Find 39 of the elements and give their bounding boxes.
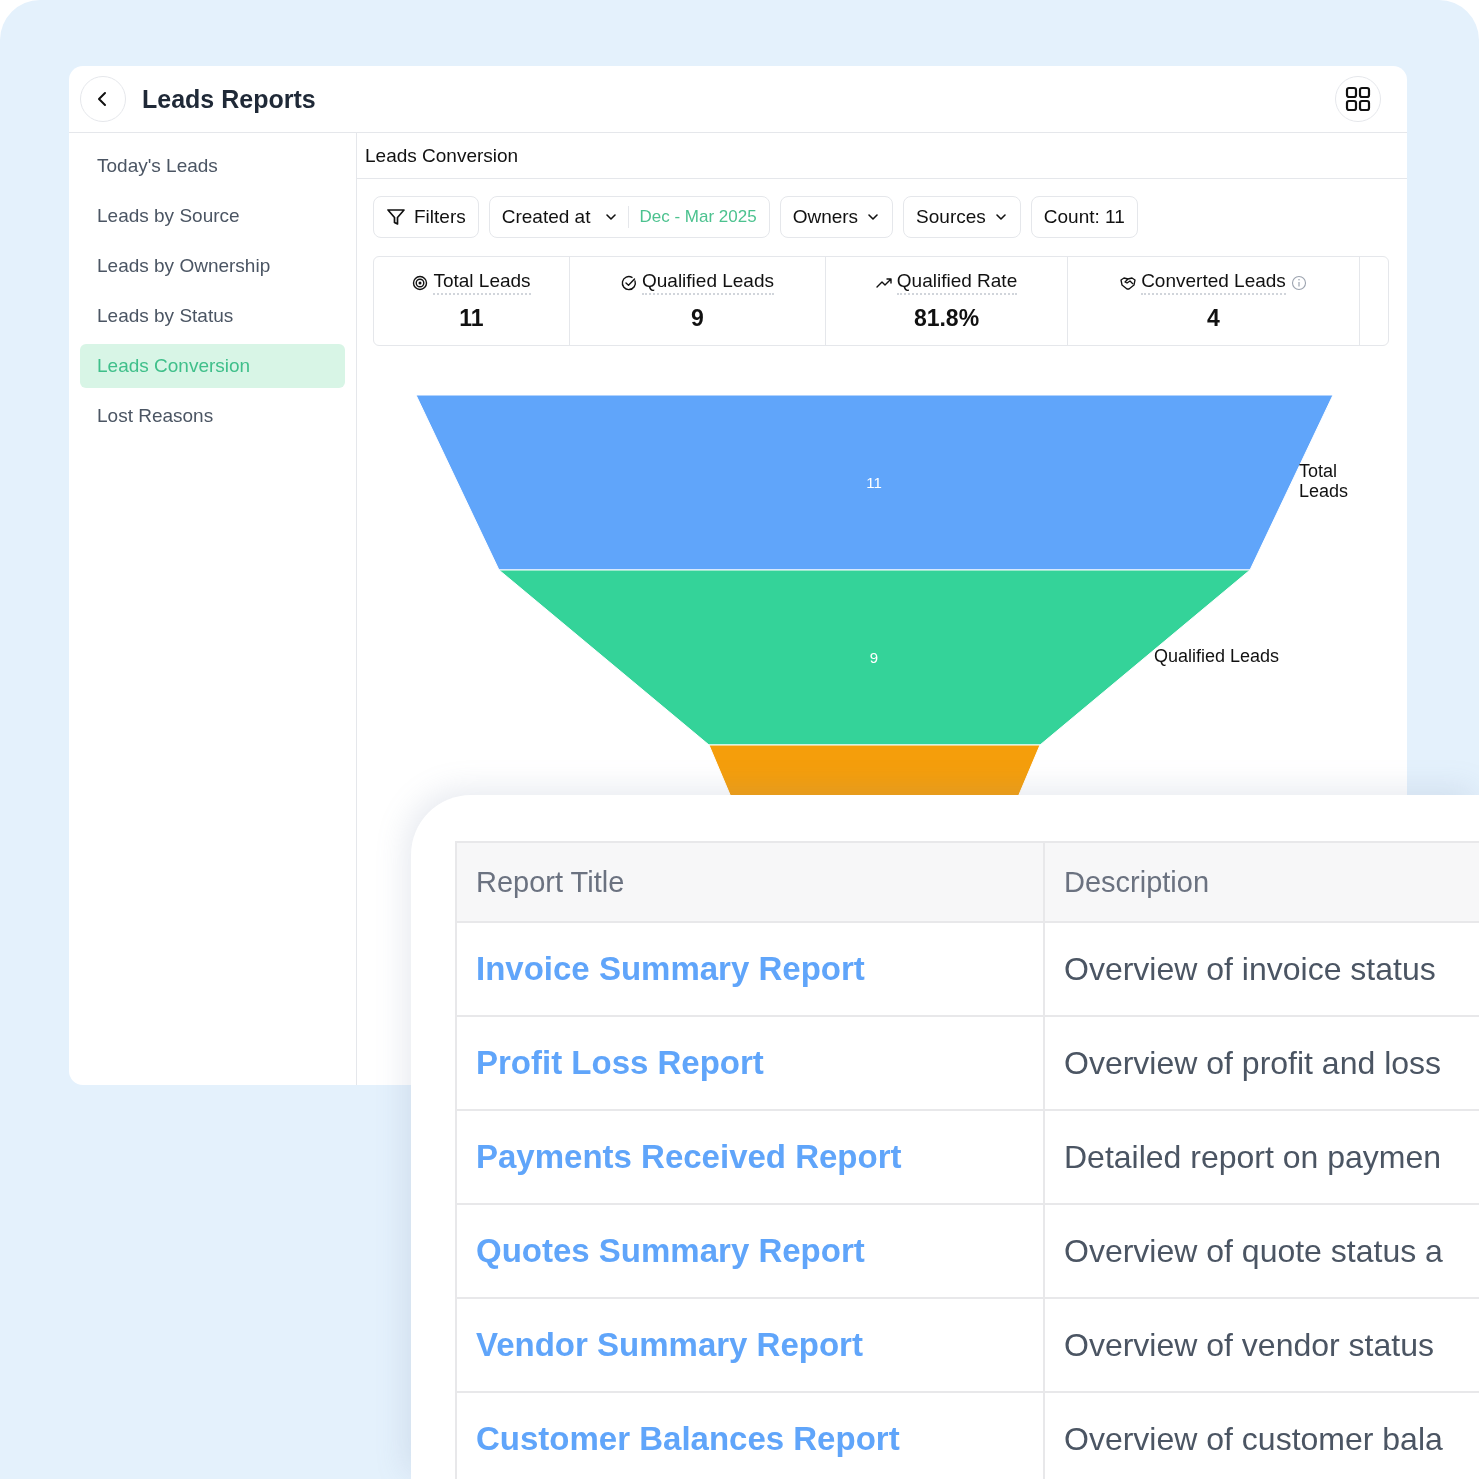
info-icon	[1290, 274, 1307, 291]
grid-view-button[interactable]	[1335, 76, 1381, 122]
table-cell: Overview of invoice status	[1045, 923, 1479, 1017]
dropdown-button[interactable]: Sources	[903, 196, 1021, 238]
stat-value: 81.8%	[913, 305, 980, 332]
table-cell: Overview of vendor status	[1045, 1299, 1479, 1393]
filters-button[interactable]: Filters	[373, 196, 479, 238]
column-header: Report Title	[457, 843, 1045, 923]
sidebar-item[interactable]: Leads by Ownership	[80, 244, 345, 288]
stat-value: 4	[1207, 305, 1220, 332]
table-cell: Overview of quote status a	[1045, 1205, 1479, 1299]
sidebar-item[interactable]: Leads by Source	[80, 194, 345, 238]
stat-value: 9	[691, 305, 704, 332]
table-cell: Detailed report on paymen	[1045, 1111, 1479, 1205]
page-title: Leads Reports	[142, 84, 316, 114]
table-cell: Overview of customer bala	[1045, 1393, 1479, 1479]
sidebar-item[interactable]: Today's Leads	[80, 144, 345, 188]
dropdown-button[interactable]: Owners	[779, 196, 894, 238]
stat-label: Total Leads	[433, 270, 531, 295]
stage-label: Qualified Leads	[1154, 646, 1280, 666]
sidebar-item[interactable]: Lost Reasons	[80, 394, 345, 438]
count-badge: Count: 11	[1030, 196, 1138, 238]
stat-label: Qualified Rate	[896, 270, 1018, 295]
stage-label: Total Leads	[1299, 461, 1350, 501]
panel-title: Leads Conversion	[357, 133, 1407, 179]
column-header: Description	[1045, 843, 1479, 923]
stat-label: Converted Leads	[1141, 270, 1286, 295]
created-at-dropdown[interactable]: Created at	[501, 206, 619, 228]
table-cell: Overview of profit and loss	[1045, 1017, 1479, 1111]
target-icon	[412, 274, 429, 291]
check-circle-icon	[620, 274, 637, 291]
stat-value: 11	[459, 305, 484, 332]
filter-icon	[386, 207, 406, 227]
stage-value: 9	[869, 648, 879, 666]
stage-value: 11	[866, 473, 882, 491]
stat-label: Qualified Leads	[641, 270, 774, 295]
handshake-icon	[1120, 274, 1137, 291]
grid-icon	[1345, 86, 1371, 112]
sidebar-item[interactable]: Leads by Status	[80, 294, 345, 338]
